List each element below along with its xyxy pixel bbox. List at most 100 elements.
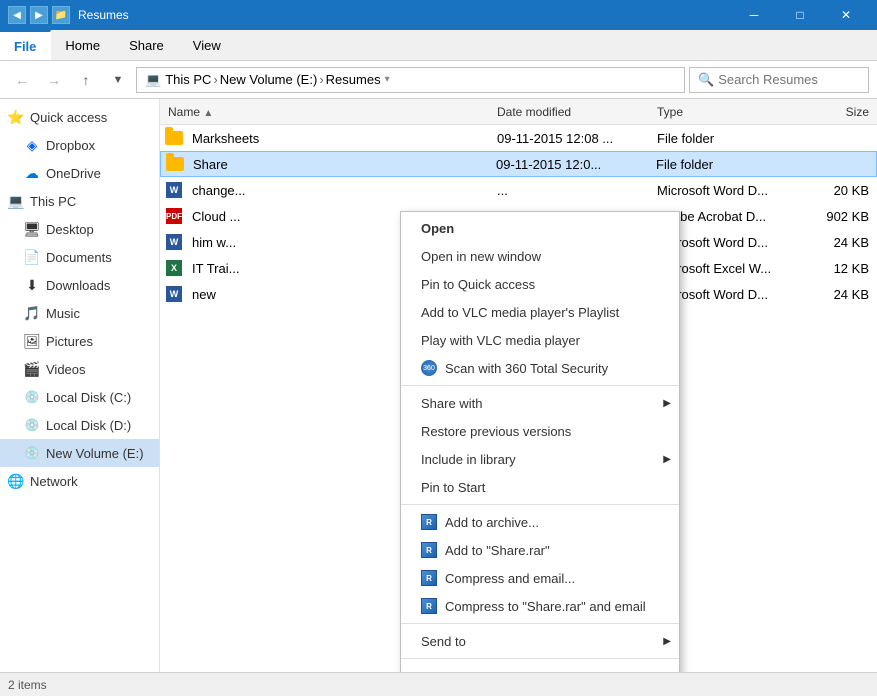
sidebar-item-volume-e[interactable]: 💿 New Volume (E:) [0,439,159,467]
ctx-open[interactable]: Open [401,214,679,242]
sidebar-item-onedrive[interactable]: ☁ OneDrive [0,159,159,187]
tab-view[interactable]: View [179,30,236,60]
ctx-add-share-rar[interactable]: R Add to "Share.rar" [401,536,679,564]
ctx-pin-quick-access[interactable]: Pin to Quick access [401,270,679,298]
ctx-cut[interactable]: Cut [401,662,679,672]
close-button[interactable]: ✕ [823,0,869,30]
sidebar-label-downloads: Downloads [46,278,110,293]
desktop-icon: 🖥 [24,221,40,237]
col-header-name[interactable]: Name ▲ [164,105,493,119]
up-button[interactable]: ↑ [72,66,100,94]
sidebar-label-locald: Local Disk (D:) [46,418,131,433]
status-text: 2 items [8,678,47,692]
word-icon-change: W [164,180,184,200]
ctx-add-archive-label: Add to archive... [445,515,539,530]
title-bar-folder-icon: 📁 [52,6,70,24]
sidebar-label-documents: Documents [46,250,112,265]
ctx-add-vlc-playlist[interactable]: Add to VLC media player's Playlist [401,298,679,326]
ctx-add-archive[interactable]: R Add to archive... [401,508,679,536]
ctx-compress-email[interactable]: R Compress and email... [401,564,679,592]
sidebar-item-network[interactable]: 🌐 Network [0,467,159,495]
path-sep-2: › [319,72,323,87]
title-bar-icons: ◀ ▶ 📁 [8,6,70,24]
tab-home[interactable]: Home [51,30,115,60]
search-input[interactable] [718,72,860,87]
sidebar-item-dropbox[interactable]: ◈ Dropbox [0,131,159,159]
ctx-compress-share-email[interactable]: R Compress to "Share.rar" and email [401,592,679,620]
icon-360-security: 360 [421,360,441,376]
ctx-open-new-window[interactable]: Open in new window [401,242,679,270]
path-thispc: This PC [165,72,211,87]
minimize-button[interactable]: ─ [731,0,777,30]
ctx-sep-1 [401,385,679,386]
ctx-sep-4 [401,658,679,659]
sidebar-item-music[interactable]: 🎵 Music [0,299,159,327]
sidebar-item-videos[interactable]: 🎬 Videos [0,355,159,383]
submenu-arrow-sendto: ▶ [663,636,671,647]
ribbon-tabs: File Home Share View [0,30,877,60]
disk-e-icon: 💿 [24,445,40,461]
ctx-scan-360[interactable]: 360 Scan with 360 Total Security [401,354,679,382]
sidebar-item-thispc[interactable]: 💻 This PC [0,187,159,215]
col-header-date[interactable]: Date modified [493,105,653,119]
excel-icon-it: X [164,258,184,278]
pdf-icon-cloud: PDF [164,206,184,226]
table-row[interactable]: W change... ... Microsoft Word D... 20 K… [160,177,877,203]
tab-share[interactable]: Share [115,30,179,60]
ctx-restore-versions[interactable]: Restore previous versions [401,417,679,445]
ctx-scan-360-label: Scan with 360 Total Security [445,361,608,376]
path-volume: New Volume (E:) [220,72,318,87]
search-box[interactable]: 🔍 [689,67,869,93]
file-date-change: ... [493,183,653,198]
col-header-type[interactable]: Type [653,105,793,119]
sidebar-item-downloads[interactable]: ⬇ Downloads [0,271,159,299]
sort-arrow-name: ▲ [203,108,213,119]
word-icon-him: W [164,232,184,252]
music-icon: 🎵 [24,305,40,321]
file-list: Name ▲ Date modified Type Size Marksheet… [160,99,877,672]
sidebar-label-videos: Videos [46,362,86,377]
title-bar: ◀ ▶ 📁 Resumes ─ □ ✕ [0,0,877,30]
path-icon: 💻 [145,72,161,88]
ctx-add-share-rar-label: Add to "Share.rar" [445,543,550,558]
status-bar: 2 items [0,672,877,696]
sidebar-item-desktop[interactable]: 🖥 Desktop [0,215,159,243]
address-path[interactable]: 💻 This PC › New Volume (E:) › Resumes ▾ [136,67,685,93]
ctx-sep-2 [401,504,679,505]
file-size-new: 24 KB [793,287,873,302]
sidebar-item-quick-access[interactable]: ⭐ Quick access [0,103,159,131]
file-date-marksheets: 09-11-2015 12:08 ... [493,131,653,146]
tab-file[interactable]: File [0,30,51,60]
path-dropdown-icon: ▾ [385,74,390,85]
table-row[interactable]: Marksheets 09-11-2015 12:08 ... File fol… [160,125,877,151]
ctx-share-with-label: Share with [421,396,482,411]
sidebar-item-pictures[interactable]: 🖼 Pictures [0,327,159,355]
ctx-play-vlc[interactable]: Play with VLC media player [401,326,679,354]
context-menu: Open Open in new window Pin to Quick acc… [400,211,680,672]
back-button[interactable]: ← [8,66,36,94]
downloads-icon: ⬇ [24,277,40,293]
sidebar-label-quick-access: Quick access [30,110,107,125]
file-name-marksheets: Marksheets [188,131,493,146]
ctx-pin-start[interactable]: Pin to Start [401,473,679,501]
table-row[interactable]: Share 09-11-2015 12:0... File folder [160,151,877,177]
file-date-share: 09-11-2015 12:0... [492,157,652,172]
main-container: ⭐ Quick access ◈ Dropbox ☁ OneDrive 💻 Th… [0,99,877,672]
network-icon: 🌐 [8,473,24,489]
ctx-compress-share-email-label: Compress to "Share.rar" and email [445,599,646,614]
refresh-button[interactable]: ▼ [104,66,132,94]
ctx-include-library[interactable]: Include in library ▶ [401,445,679,473]
sidebar-item-documents[interactable]: 📄 Documents [0,243,159,271]
sidebar-label-localc: Local Disk (C:) [46,390,131,405]
ctx-share-with[interactable]: Share with ▶ [401,389,679,417]
pictures-icon: 🖼 [24,333,40,349]
ctx-send-to[interactable]: Send to ▶ [401,627,679,655]
rar-icon-4: R [421,598,441,614]
sidebar-item-locald[interactable]: 💿 Local Disk (D:) [0,411,159,439]
forward-button[interactable]: → [40,66,68,94]
sidebar-item-localc[interactable]: 💿 Local Disk (C:) [0,383,159,411]
file-list-header: Name ▲ Date modified Type Size [160,99,877,125]
file-size-it: 12 KB [793,261,873,276]
maximize-button[interactable]: □ [777,0,823,30]
col-header-size[interactable]: Size [793,105,873,119]
